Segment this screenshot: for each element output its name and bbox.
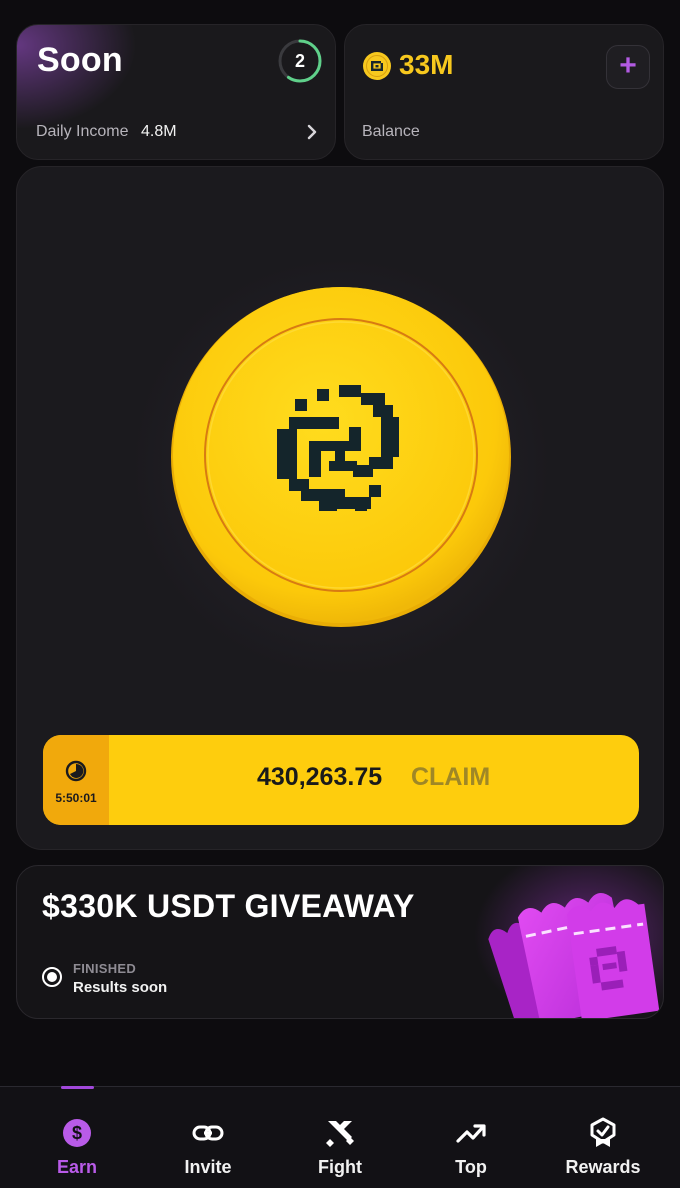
add-balance-button[interactable]: +	[606, 45, 650, 89]
coin-icon	[363, 52, 391, 80]
nav-item-fight[interactable]: Fight	[272, 1087, 408, 1188]
bottom-nav: $ Earn Invite Fight Top Rewards	[0, 1086, 680, 1188]
chevron-right-icon[interactable]	[305, 121, 319, 143]
nav-item-top[interactable]: Top	[403, 1087, 539, 1188]
link-icon	[192, 1125, 224, 1141]
tap-coin-card: 5:50:01 430,263.75 CLAIM	[16, 166, 664, 850]
nav-item-earn[interactable]: $ Earn	[9, 1087, 145, 1188]
ticket-icon	[488, 893, 660, 1018]
nav-item-invite[interactable]: Invite	[140, 1087, 276, 1188]
daily-income-label: Daily Income	[36, 123, 129, 140]
giveaway-status: FINISHED	[73, 961, 137, 976]
nav-label-fight: Fight	[318, 1157, 362, 1177]
radio-status-icon	[42, 967, 62, 987]
swords-icon	[326, 1121, 354, 1147]
timer-text: 5:50:01	[55, 791, 97, 805]
dollar-icon: $	[63, 1119, 91, 1147]
nav-label-earn: Earn	[56, 1157, 98, 1177]
nav-label-invite: Invite	[184, 1157, 232, 1177]
trending-up-icon	[456, 1124, 486, 1143]
daily-income-value: 4.8M	[141, 123, 177, 140]
claim-timer: 5:50:01	[43, 735, 109, 825]
timer-icon	[65, 760, 87, 782]
level-number: 2	[294, 51, 305, 71]
balance-value: 33M	[399, 49, 454, 80]
badge-icon	[590, 1117, 616, 1147]
svg-text:$: $	[72, 1123, 82, 1143]
giveaway-subtitle: Results soon	[73, 979, 168, 996]
nav-item-rewards[interactable]: Rewards	[535, 1087, 671, 1188]
claim-amount: 430,263.75	[257, 763, 383, 791]
balance-label: Balance	[362, 123, 420, 140]
plus-icon: +	[619, 49, 637, 82]
giveaway-card[interactable]: $330K USDT GIVEAWAY FINISHED Results soo…	[16, 865, 664, 1019]
claim-label: CLAIM	[411, 763, 491, 791]
tap-coin-icon[interactable]	[169, 285, 513, 629]
claim-button[interactable]: 5:50:01 430,263.75 CLAIM	[43, 735, 639, 825]
level-title: Soon	[37, 41, 123, 79]
giveaway-title: $330K USDT GIVEAWAY	[42, 888, 415, 924]
nav-label-top: Top	[455, 1157, 487, 1177]
nav-label-rewards: Rewards	[565, 1157, 641, 1177]
balance-card: 33M Balance +	[344, 24, 664, 160]
level-card[interactable]: Soon 2 Daily Income 4.8M	[16, 24, 336, 160]
